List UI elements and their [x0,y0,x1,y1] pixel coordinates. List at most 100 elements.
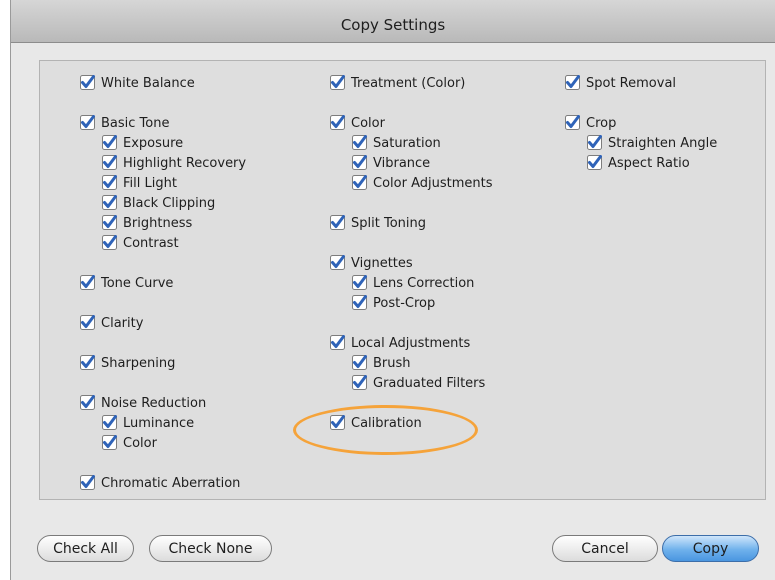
setting-label: Vignettes [351,256,413,271]
setting-item[interactable]: Post-Crop [352,294,435,314]
setting-item[interactable]: Brightness [102,214,192,234]
setting-label: Aspect Ratio [608,156,690,171]
setting-item[interactable]: Exposure [102,134,183,154]
checkbox-checked-icon[interactable] [102,215,117,230]
setting-label: Contrast [123,236,179,251]
setting-label: Clarity [101,316,144,331]
checkbox-checked-icon[interactable] [565,75,580,90]
checkbox-checked-icon[interactable] [80,355,95,370]
setting-item[interactable]: Luminance [102,414,194,434]
checkbox-checked-icon[interactable] [330,255,345,270]
setting-label: Straighten Angle [608,136,718,151]
setting-item[interactable]: Chromatic Aberration [80,474,240,494]
checkbox-checked-icon[interactable] [352,135,367,150]
setting-item[interactable]: Color [330,114,385,134]
setting-item[interactable]: Aspect Ratio [587,154,690,174]
setting-label: Exposure [123,136,184,151]
cancel-button[interactable]: Cancel [552,535,658,562]
setting-label: Saturation [373,136,441,151]
setting-item[interactable]: Black Clipping [102,194,215,214]
checkbox-checked-icon[interactable] [80,115,95,130]
check-none-button[interactable]: Check None [149,535,272,562]
setting-label: Noise Reduction [101,396,207,411]
checkbox-checked-icon[interactable] [330,75,345,90]
setting-label: Sharpening [101,356,176,371]
setting-item[interactable]: Graduated Filters [352,374,485,394]
check-all-button[interactable]: Check All [37,535,134,562]
setting-label: Brightness [123,216,193,231]
checkbox-checked-icon[interactable] [80,315,95,330]
checkbox-checked-icon[interactable] [102,415,117,430]
setting-label: Treatment (Color) [351,76,466,91]
checkbox-checked-icon[interactable] [102,435,117,450]
checkbox-checked-icon[interactable] [102,235,117,250]
setting-label: Post-Crop [373,296,436,311]
setting-label: Fill Light [123,176,177,191]
checkbox-checked-icon[interactable] [102,175,117,190]
setting-item[interactable]: Noise Reduction [80,394,206,414]
setting-item[interactable]: Local Adjustments [330,334,470,354]
setting-label: Basic Tone [101,116,170,131]
setting-label: Crop [586,116,617,131]
setting-item[interactable]: Clarity [80,314,143,334]
setting-label: Split Toning [351,216,426,231]
checkbox-checked-icon[interactable] [587,155,602,170]
checkbox-checked-icon[interactable] [102,155,117,170]
calibration-highlight-ellipse [293,405,478,455]
checkbox-checked-icon[interactable] [352,155,367,170]
setting-label: Black Clipping [123,196,216,211]
checkbox-checked-icon[interactable] [352,355,367,370]
setting-item[interactable]: Highlight Recovery [102,154,246,174]
setting-label: Color Adjustments [373,176,493,191]
setting-label: Local Adjustments [351,336,471,351]
setting-label: Lens Correction [373,276,475,291]
window-title: Copy Settings [11,0,775,43]
checkbox-checked-icon[interactable] [352,375,367,390]
setting-item[interactable]: Basic Tone [80,114,169,134]
checkbox-checked-icon[interactable] [80,475,95,490]
checkbox-checked-icon[interactable] [330,115,345,130]
checkbox-checked-icon[interactable] [352,275,367,290]
setting-item[interactable]: Treatment (Color) [330,74,465,94]
checkbox-checked-icon[interactable] [565,115,580,130]
setting-item[interactable]: Lens Correction [352,274,474,294]
setting-item[interactable]: Straighten Angle [587,134,717,154]
setting-item[interactable]: Color [102,434,157,454]
setting-item[interactable]: Split Toning [330,214,426,234]
setting-item[interactable]: Sharpening [80,354,175,374]
setting-item[interactable]: Vignettes [330,254,413,274]
setting-item[interactable]: Color Adjustments [352,174,492,194]
checkbox-checked-icon[interactable] [102,135,117,150]
setting-label: Spot Removal [586,76,677,91]
setting-label: Chromatic Aberration [101,476,241,491]
setting-item[interactable]: Brush [352,354,411,374]
checkbox-checked-icon[interactable] [352,175,367,190]
setting-item[interactable]: Contrast [102,234,179,254]
setting-item[interactable]: Spot Removal [565,74,676,94]
setting-item[interactable]: White Balance [80,74,195,94]
checkbox-checked-icon[interactable] [80,275,95,290]
copy-button[interactable]: Copy [662,535,759,562]
setting-label: White Balance [101,76,195,91]
checkbox-checked-icon[interactable] [330,335,345,350]
setting-label: Vibrance [373,156,431,171]
checkbox-checked-icon[interactable] [80,395,95,410]
setting-item[interactable]: Vibrance [352,154,430,174]
checkbox-checked-icon[interactable] [352,295,367,310]
checkbox-checked-icon[interactable] [587,135,602,150]
setting-label: Luminance [123,416,195,431]
checkbox-checked-icon[interactable] [330,215,345,230]
setting-label: Brush [373,356,411,371]
checkbox-checked-icon[interactable] [102,195,117,210]
checkbox-checked-icon[interactable] [80,75,95,90]
setting-label: Graduated Filters [373,376,486,391]
setting-item[interactable]: Crop [565,114,616,134]
copy-settings-dialog: Copy Settings White Balance Basic Tone Exp… [10,0,775,580]
setting-item[interactable]: Saturation [352,134,441,154]
setting-label: Highlight Recovery [123,156,247,171]
setting-label: Color [123,436,157,451]
setting-label: Color [351,116,385,131]
setting-item[interactable]: Fill Light [102,174,177,194]
setting-label: Tone Curve [101,276,174,291]
setting-item[interactable]: Tone Curve [80,274,173,294]
